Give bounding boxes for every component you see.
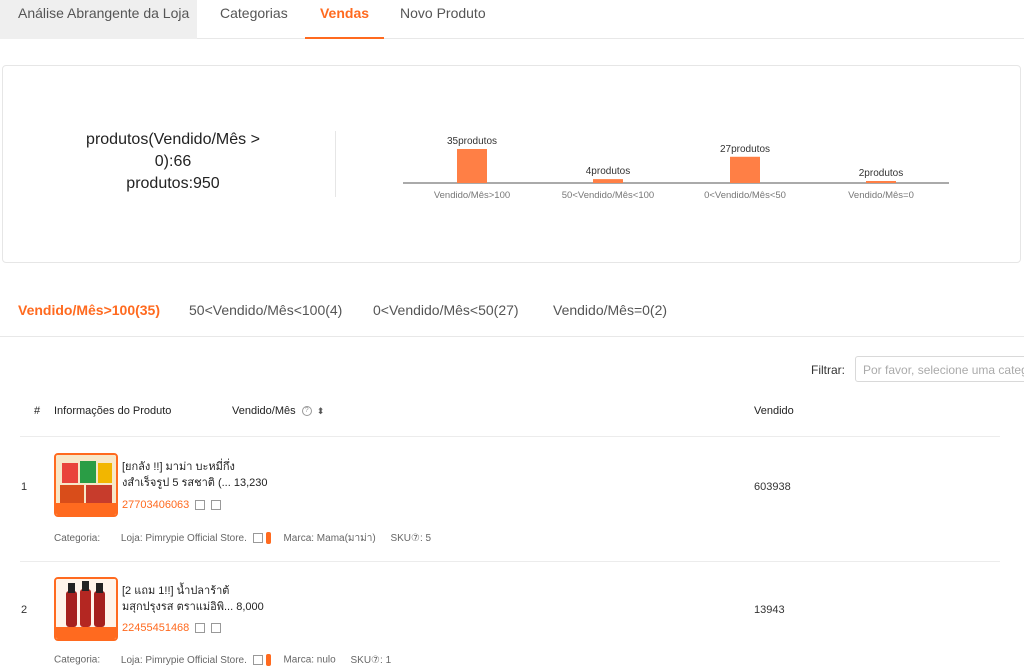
- chart-bar[interactable]: [730, 156, 760, 183]
- range-tab-0-50[interactable]: 0<Vendido/Mês<50(27): [373, 302, 519, 318]
- product-image: [56, 455, 116, 515]
- copy-icon[interactable]: [211, 500, 222, 511]
- product-id-link[interactable]: 22455451468: [122, 622, 222, 634]
- sort-icon[interactable]: ⬍: [317, 406, 325, 416]
- chart-data-label: 4produtos: [586, 166, 630, 177]
- chart-category-label: Vendido/Mês>100: [434, 190, 510, 201]
- table-row: 2 [2 แถม 1!!] น้ำปลาร้าต้ มสุกปรุงรส ตรา…: [20, 562, 1000, 672]
- col-sold: Vendido: [754, 405, 794, 417]
- external-link-icon[interactable]: [195, 500, 206, 511]
- category-filter-select[interactable]: Por favor, selecione uma categoria: [855, 356, 1024, 382]
- range-filter-tabs: Vendido/Mês>100(35) 50<Vendido/Mês<100(4…: [0, 290, 1024, 337]
- chart-data-label: 2produtos: [859, 168, 903, 179]
- help-icon[interactable]: ?: [301, 406, 312, 417]
- sold-value: 603938: [754, 481, 791, 493]
- external-link-icon[interactable]: [252, 533, 263, 544]
- chart-bar[interactable]: [593, 179, 623, 183]
- col-monthly-sold[interactable]: Vendido/Mês ? ⬍: [232, 405, 324, 417]
- sold-value: 13943: [754, 604, 785, 616]
- external-link-icon[interactable]: [195, 623, 206, 634]
- range-tab-zero[interactable]: Vendido/Mês=0(2): [553, 302, 667, 318]
- product-thumbnail[interactable]: [54, 577, 118, 641]
- monthly-sold-value: 13,230: [233, 477, 268, 489]
- sku-count: SKU⑦: 5: [390, 533, 432, 544]
- row-index: 2: [21, 604, 28, 616]
- chart-bar[interactable]: [866, 181, 896, 183]
- row-index: 1: [21, 481, 28, 493]
- external-link-icon[interactable]: [252, 655, 263, 665]
- chart-category-label: Vendido/Mês=0: [848, 190, 914, 201]
- chart-data-label: 35produtos: [447, 136, 497, 147]
- table-header: # Informações do Produto Vendido/Mês ? ⬍…: [20, 395, 1000, 437]
- chart-data-label: 27produtos: [720, 144, 770, 155]
- monthly-sold-value: 8,000: [236, 601, 264, 613]
- brand: Marca: nulo: [283, 654, 336, 666]
- sku-count: SKU⑦: 1: [350, 654, 392, 666]
- product-meta: Categoria: Loja: Pimrypie Official Store…: [54, 654, 392, 666]
- copy-icon[interactable]: [211, 623, 222, 634]
- product-name[interactable]: [ยกลัง !!] มาม่า บะหมี่กึ่ง งสำเร็จรูป 5…: [122, 459, 268, 491]
- store-badge-icon: [265, 654, 271, 666]
- range-tab-50-100[interactable]: 50<Vendido/Mês<100(4): [189, 302, 342, 318]
- store-badge-icon: [265, 532, 271, 545]
- product-name[interactable]: [2 แถม 1!!] น้ำปลาร้าต้ มสุกปรุงรส ตราแม…: [122, 583, 264, 615]
- product-meta: Categoria: Loja: Pimrypie Official Store…: [54, 532, 432, 545]
- brand: Marca: Mama(มาม่า): [283, 533, 376, 544]
- col-product-info: Informações do Produto: [54, 405, 172, 417]
- product-image: [56, 579, 116, 639]
- store-name[interactable]: Loja: Pimrypie Official Store.: [121, 533, 247, 544]
- store-name[interactable]: Loja: Pimrypie Official Store.: [121, 655, 247, 666]
- table-row: 1 [ยกลัง !!] มาม่า บะหมี่กึ่ง งสำเร็จรูป…: [20, 437, 1000, 562]
- col-index: #: [34, 405, 41, 417]
- chart-category-label: 0<Vendido/Mês<50: [704, 190, 786, 201]
- filter-label: Filtrar:: [811, 363, 846, 377]
- product-thumbnail[interactable]: [54, 453, 118, 517]
- product-id-link[interactable]: 27703406063: [122, 499, 222, 511]
- chart-category-label: 50<Vendido/Mês<100: [562, 190, 654, 201]
- chart-bar[interactable]: [457, 149, 487, 183]
- range-tab-over-100[interactable]: Vendido/Mês>100(35): [18, 302, 160, 318]
